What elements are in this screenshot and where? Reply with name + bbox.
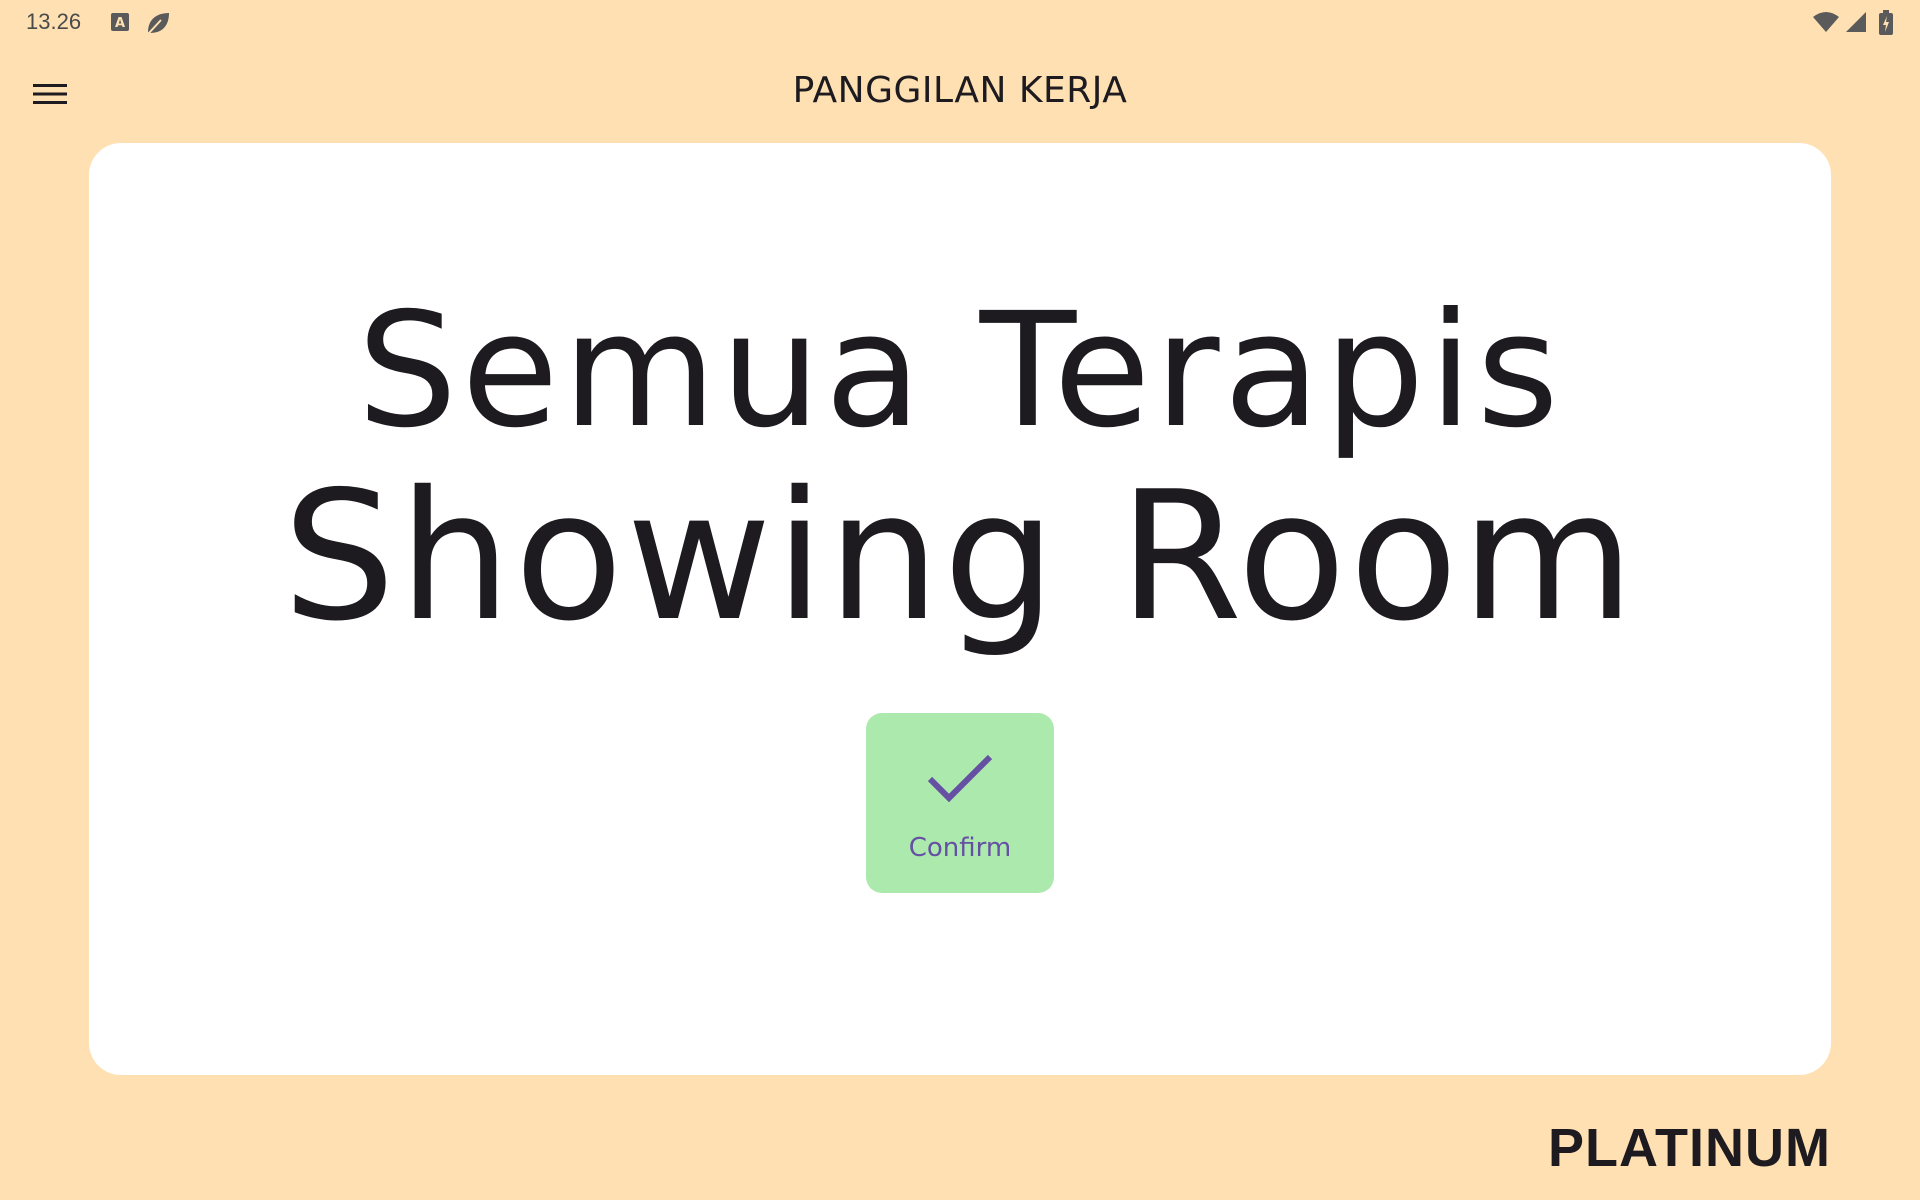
confirm-label: Confirm	[908, 833, 1012, 863]
signal-icon	[1844, 10, 1868, 34]
battery-charging-icon	[1878, 10, 1902, 35]
leaf-icon	[144, 10, 169, 34]
app-bar: PANGGILAN KERJA	[0, 56, 1920, 132]
call-card: Semua Terapis Showing Room Confirm	[89, 143, 1831, 1075]
call-headline-line1: Semua Terapis	[357, 279, 1563, 463]
call-headline-line2: Showing Room	[282, 453, 1638, 660]
status-bar: 13.26 A	[0, 0, 1920, 44]
status-time: 13.26	[26, 9, 82, 34]
confirm-button[interactable]: Confirm	[866, 713, 1054, 893]
membership-tier-label: PLATINUM	[1548, 1118, 1831, 1178]
wifi-icon	[1812, 10, 1839, 34]
svg-text:A: A	[115, 16, 125, 31]
app-title: PANGGILAN KERJA	[792, 70, 1128, 111]
keyboard-a-icon: A	[108, 10, 132, 34]
checkmark-icon	[927, 754, 993, 803]
